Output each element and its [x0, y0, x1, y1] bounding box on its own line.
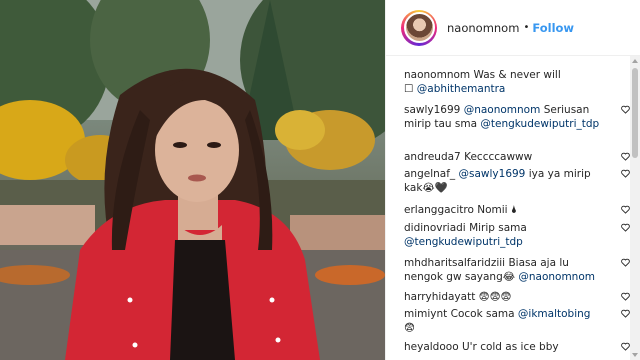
comment-username[interactable]: heyaldooo: [404, 341, 459, 353]
comment-username[interactable]: sawly1699: [404, 104, 460, 116]
comment-mention[interactable]: @naonomnom: [518, 271, 595, 283]
post-side-panel: naonomnom • Follow naonomnom Was & never…: [385, 0, 640, 360]
comment-item: sawly1699 @naonomnom Seriusan mirip tau …: [404, 103, 632, 131]
comment-item: harryhidayatt 😨😨😨: [404, 290, 632, 304]
comment-item: didinovriadi Mirip sama @tengkudewiputri…: [404, 221, 632, 249]
comment-text: Was & never will: [473, 69, 561, 81]
comment-username[interactable]: didinovriadi: [404, 222, 466, 234]
header-username[interactable]: naonomnom: [447, 21, 519, 35]
comment-username[interactable]: andreuda7: [404, 151, 461, 163]
comment-text-line2: mirip tau sma: [404, 118, 478, 130]
scroll-down-arrow-icon[interactable]: [632, 353, 638, 357]
avatar[interactable]: [401, 9, 437, 46]
comment-item: mimiynt Cocok sama @ikmaltobing 😨: [404, 307, 632, 335]
heart-outline-icon[interactable]: [621, 309, 630, 318]
comment-text: Keccccawww: [464, 151, 533, 163]
heart-outline-icon[interactable]: [621, 152, 630, 161]
comment-text: 😨😨😨: [478, 291, 512, 303]
comment-mention[interactable]: @ikmaltobing: [518, 308, 591, 320]
comment-text: Nomii 🌢: [477, 204, 518, 216]
comment-username[interactable]: mhdharitsalfaridziii: [404, 257, 505, 269]
comment-username[interactable]: erlanggacitro: [404, 204, 474, 216]
comment-username[interactable]: naonomnom: [404, 69, 470, 81]
comment-text-line2: 😨: [404, 322, 415, 334]
comment-text: Cocok sama: [450, 308, 515, 320]
comment-text: Mirip sama: [469, 222, 527, 234]
comment-item: erlanggacitro Nomii 🌢: [404, 203, 632, 217]
comment-username[interactable]: angelnaf_: [404, 168, 455, 180]
comment-mention[interactable]: @naonomnom: [464, 104, 541, 116]
scroll-up-arrow-icon[interactable]: [632, 59, 638, 63]
heart-outline-icon[interactable]: [621, 342, 630, 351]
comment-item: angelnaf_ @sawly1699 iya ya mirip kak😭🖤: [404, 167, 632, 195]
photo-illustration: [0, 0, 385, 360]
avatar-image: [403, 12, 435, 43]
header-separator: •: [523, 22, 530, 33]
comment-mention[interactable]: @sawly1699: [459, 168, 526, 180]
comment-username[interactable]: mimiynt: [404, 308, 447, 320]
comment-text-line2: kak😭🖤: [404, 182, 448, 194]
comment-mention[interactable]: @abhithemantra: [417, 83, 506, 95]
comment-item: mhdharitsalfaridziii Biasa aja lu nengok…: [404, 256, 632, 284]
heart-outline-icon[interactable]: [621, 292, 630, 301]
comment-text-line2: nengok gw sayang😂: [404, 271, 516, 283]
comment-text: U'r cold as ice bby: [461, 341, 559, 353]
caption: naonomnom Was & never will ☐ @abhitheman…: [404, 68, 632, 96]
comment-item: andreuda7 Keccccawww: [404, 150, 632, 164]
heart-outline-icon[interactable]: [621, 105, 630, 114]
comments-scrollbar[interactable]: [630, 56, 640, 360]
post-header: naonomnom • Follow: [386, 0, 640, 56]
comment-username[interactable]: harryhidayatt: [404, 291, 475, 303]
comment-text: iya ya mirip: [528, 168, 591, 180]
heart-outline-icon[interactable]: [621, 169, 630, 178]
comment-text-prefix: ☐: [404, 83, 417, 95]
comment-mention[interactable]: @tengkudewiputri_tdp: [404, 236, 523, 248]
heart-outline-icon[interactable]: [621, 223, 630, 232]
post-photo: [0, 0, 385, 360]
comment-item: heyaldooo U'r cold as ice bby: [404, 340, 632, 354]
scroll-thumb[interactable]: [632, 68, 638, 158]
comment-text: Biasa aja lu: [508, 257, 569, 269]
heart-outline-icon[interactable]: [621, 205, 630, 214]
heart-outline-icon[interactable]: [621, 258, 630, 267]
follow-button[interactable]: Follow: [532, 21, 574, 35]
comment-text: Seriusan: [543, 104, 590, 116]
comment-mention[interactable]: @tengkudewiputri_tdp: [480, 118, 599, 130]
